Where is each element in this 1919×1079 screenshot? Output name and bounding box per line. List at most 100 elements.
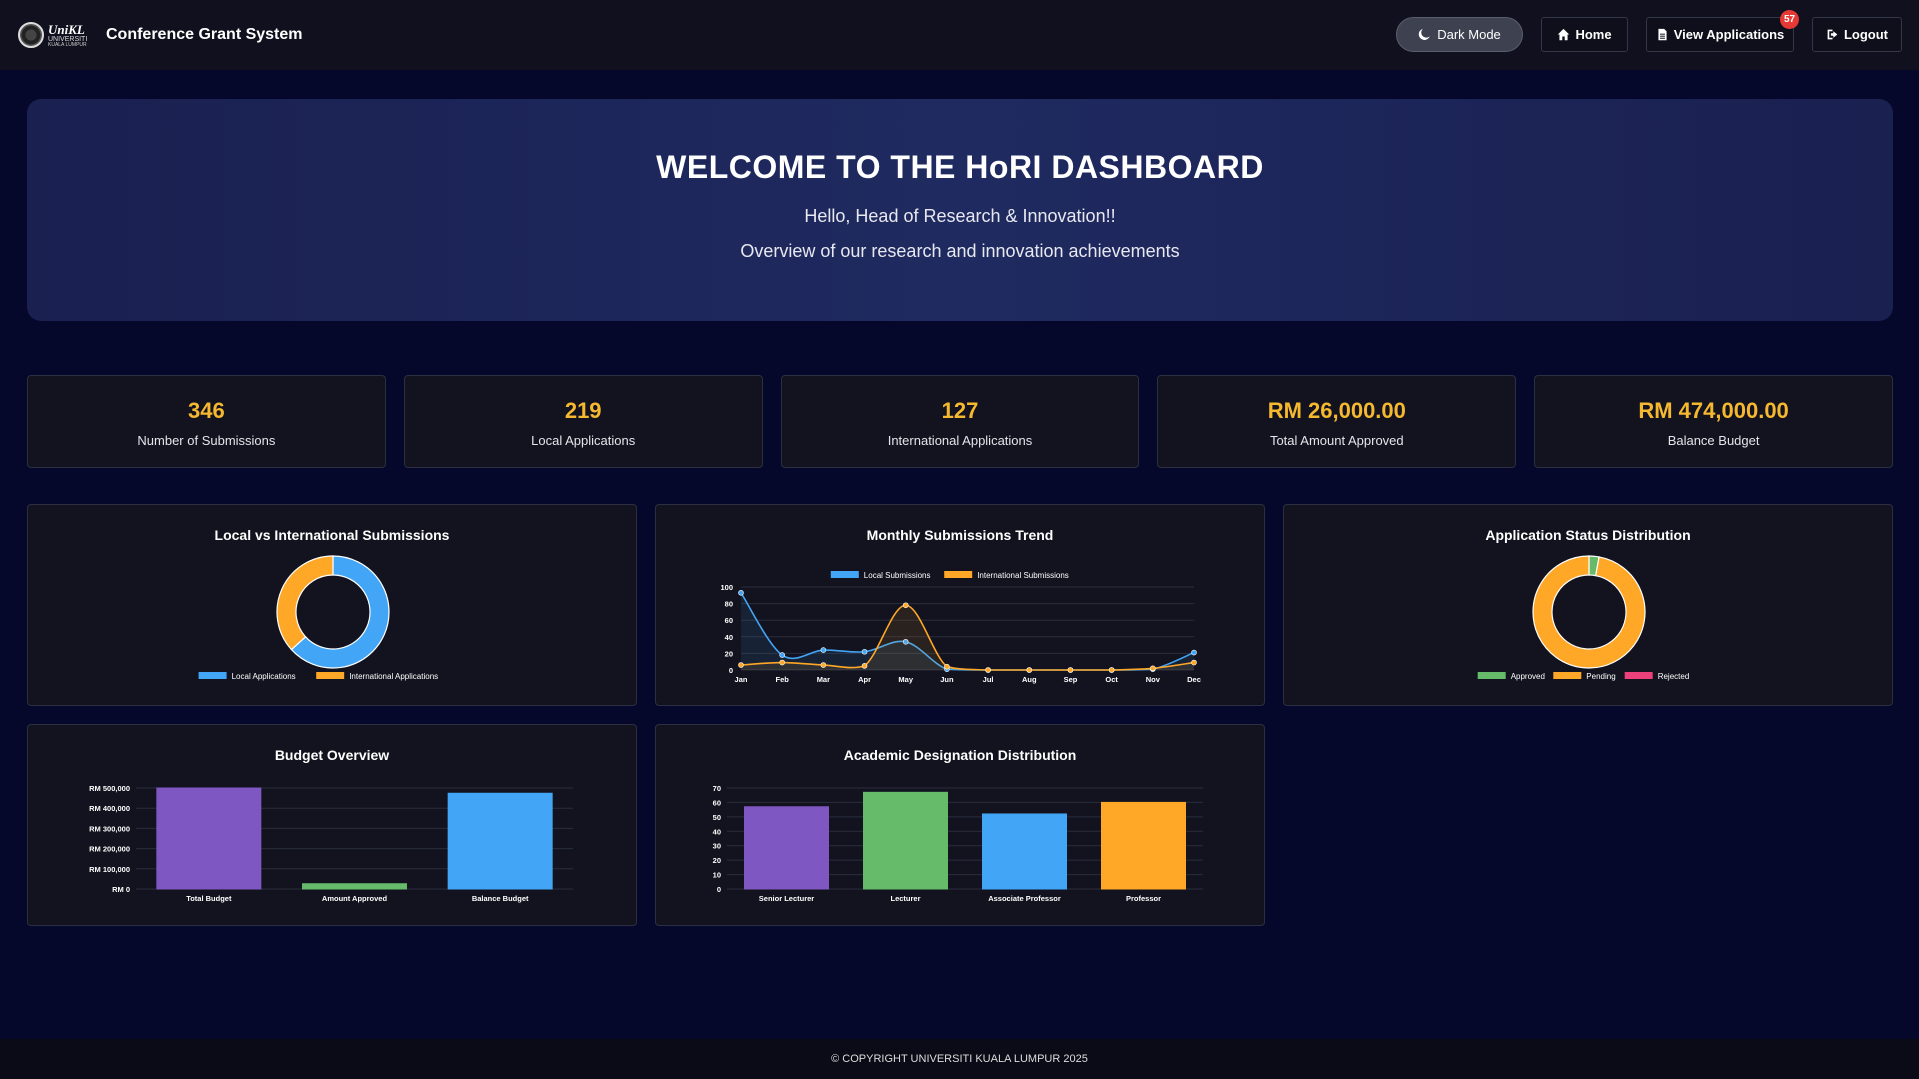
footer: © COPYRIGHT UNIVERSITI KUALA LUMPUR 2025: [0, 1039, 1919, 1079]
x-tick-label: Senior Lecturer: [759, 894, 815, 903]
local-vs-international-chart: Local vs International Submissions Local…: [27, 504, 637, 706]
data-point: [1150, 665, 1156, 672]
x-tick-label: Amount Approved: [322, 894, 388, 903]
data-point: [779, 652, 785, 658]
bar: [447, 792, 553, 890]
stat-value: 346: [188, 398, 225, 423]
y-tick-label: 60: [725, 616, 733, 625]
stat-value: 127: [941, 398, 979, 423]
document-icon: [1658, 28, 1667, 41]
series-area: [741, 592, 1194, 670]
stat-value: RM 474,000.00: [1638, 398, 1789, 423]
copyright-text: © COPYRIGHT UNIVERSITI KUALA LUMPUR 2025: [831, 1053, 1088, 1065]
dark-mode-toggle[interactable]: Dark Mode: [1396, 17, 1523, 52]
legend-swatch: [198, 672, 227, 679]
overview-subtitle: Overview of our research and innovation …: [740, 241, 1180, 261]
x-tick-label: Dec: [1187, 675, 1201, 684]
x-tick-label: Jan: [735, 675, 748, 684]
bar: [863, 791, 948, 890]
dark-mode-label: Dark Mode: [1437, 27, 1501, 42]
x-tick-label: Professor: [1126, 894, 1161, 903]
budget-overview-chart: Budget Overview RM 0 RM 100,000 RM 200,000…: [27, 724, 637, 926]
stat-label: Total Amount Approved: [1269, 433, 1404, 448]
data-point: [861, 663, 868, 669]
bar-chart-budget: RM 0 RM 100,000 RM 200,000 RM 300,000 RM 400…: [89, 784, 573, 903]
view-applications-label: View Applications: [1673, 27, 1785, 42]
donut-slice: [276, 555, 334, 651]
legend-swatch: [830, 571, 859, 578]
y-tick-label: RM 500,000: [89, 784, 130, 793]
stat-card-international: 127 International Applications: [780, 375, 1140, 468]
y-tick-label: RM 400,000: [89, 804, 130, 813]
home-label: Home: [1575, 27, 1612, 42]
donut-chart-status: Approved Pending Rejected: [1477, 555, 1690, 681]
navbar: UniKL UNIVERSITI KUALA LUMPUR Conference…: [0, 0, 1919, 70]
nav-actions: Dark Mode Home View Applications 57 Logo…: [1396, 10, 1902, 52]
stat-label: International Applications: [887, 433, 1033, 448]
bar: [156, 787, 262, 890]
x-tick-label: Lecturer: [890, 894, 920, 903]
legend-label: Local Submissions: [864, 571, 931, 580]
x-tick-label: Feb: [776, 675, 790, 684]
x-tick-label: Associate Professor: [988, 894, 1061, 903]
logo-text: UniKL UNIVERSITI KUALA LUMPUR: [48, 23, 87, 48]
x-tick-label: Jun: [940, 675, 954, 684]
y-tick-label: 50: [713, 813, 721, 822]
greeting-text: Hello, Head of Research & Innovation!!: [804, 206, 1116, 226]
data-point: [738, 662, 744, 668]
stat-card-submissions: 346 Number of Submissions: [27, 375, 386, 468]
donut-chart-local-international: Local Applications International Applicat…: [198, 555, 438, 681]
data-point: [1026, 667, 1033, 673]
stat-cards: 346 Number of Submissions 219 Local Appl…: [27, 375, 1893, 468]
stat-card-local: 219 Local Applications: [403, 375, 763, 468]
y-tick-label: 40: [713, 827, 721, 836]
data-point: [1191, 659, 1197, 666]
data-point: [820, 662, 827, 668]
y-tick-label: 0: [717, 885, 721, 894]
x-tick-label: Oct: [1105, 675, 1118, 684]
stat-card-balance: RM 474,000.00 Balance Budget: [1534, 375, 1893, 468]
x-tick-label: Mar: [817, 675, 830, 684]
legend-label: Rejected: [1658, 672, 1690, 681]
home-button[interactable]: Home: [1541, 17, 1628, 52]
x-tick-label: Sep: [1064, 675, 1078, 684]
y-tick-label: 20: [713, 856, 721, 865]
legend-label: International Applications: [349, 672, 438, 681]
app-title: Conference Grant System: [106, 26, 303, 43]
data-point: [1108, 667, 1115, 673]
notification-badge: 57: [1780, 10, 1799, 29]
y-tick-label: RM 200,000: [89, 845, 130, 854]
monthly-trend-chart: Monthly Submissions Trend Local Submissi…: [655, 504, 1265, 706]
legend-swatch: [944, 571, 973, 578]
academic-designation-chart: Academic Designation Distribution 0 10 20 3…: [655, 724, 1265, 926]
y-tick-label: 80: [725, 600, 733, 609]
unikl-logo[interactable]: UniKL UNIVERSITI KUALA LUMPUR: [18, 18, 92, 52]
data-point: [1191, 649, 1197, 656]
data-point: [902, 602, 909, 609]
x-tick-label: Balance Budget: [472, 894, 529, 903]
welcome-banner: WELCOME TO THE HoRI DASHBOARD Hello, Hea…: [27, 99, 1893, 321]
y-tick-label: 0: [729, 666, 733, 675]
logout-icon: [1827, 29, 1838, 40]
legend-label: International Submissions: [977, 571, 1069, 580]
legend-swatch: [1553, 672, 1582, 679]
y-tick-label: 30: [713, 842, 721, 851]
y-tick-label: RM 100,000: [89, 865, 130, 874]
bar-chart-designation: 0 10 20 30 40 50 60 70 Senior Lecturer Lecturer As…: [713, 784, 1203, 903]
stat-label: Balance Budget: [1667, 433, 1760, 448]
x-tick-label: Apr: [858, 675, 871, 684]
logout-label: Logout: [1843, 27, 1889, 42]
logout-button[interactable]: Logout: [1812, 17, 1902, 52]
stat-label: Number of Submissions: [137, 433, 276, 448]
view-applications-button[interactable]: View Applications 57: [1646, 10, 1799, 52]
moon-icon: [1418, 28, 1430, 40]
legend-swatch: [1624, 672, 1653, 679]
y-tick-label: RM 0: [112, 885, 130, 894]
bar: [1101, 801, 1186, 890]
y-tick-label: RM 300,000: [89, 824, 130, 833]
legend-label: Pending: [1586, 672, 1615, 681]
data-point: [985, 667, 991, 673]
home-icon: [1558, 28, 1570, 41]
data-point: [1067, 667, 1074, 673]
legend-label: Local Applications: [232, 672, 296, 681]
